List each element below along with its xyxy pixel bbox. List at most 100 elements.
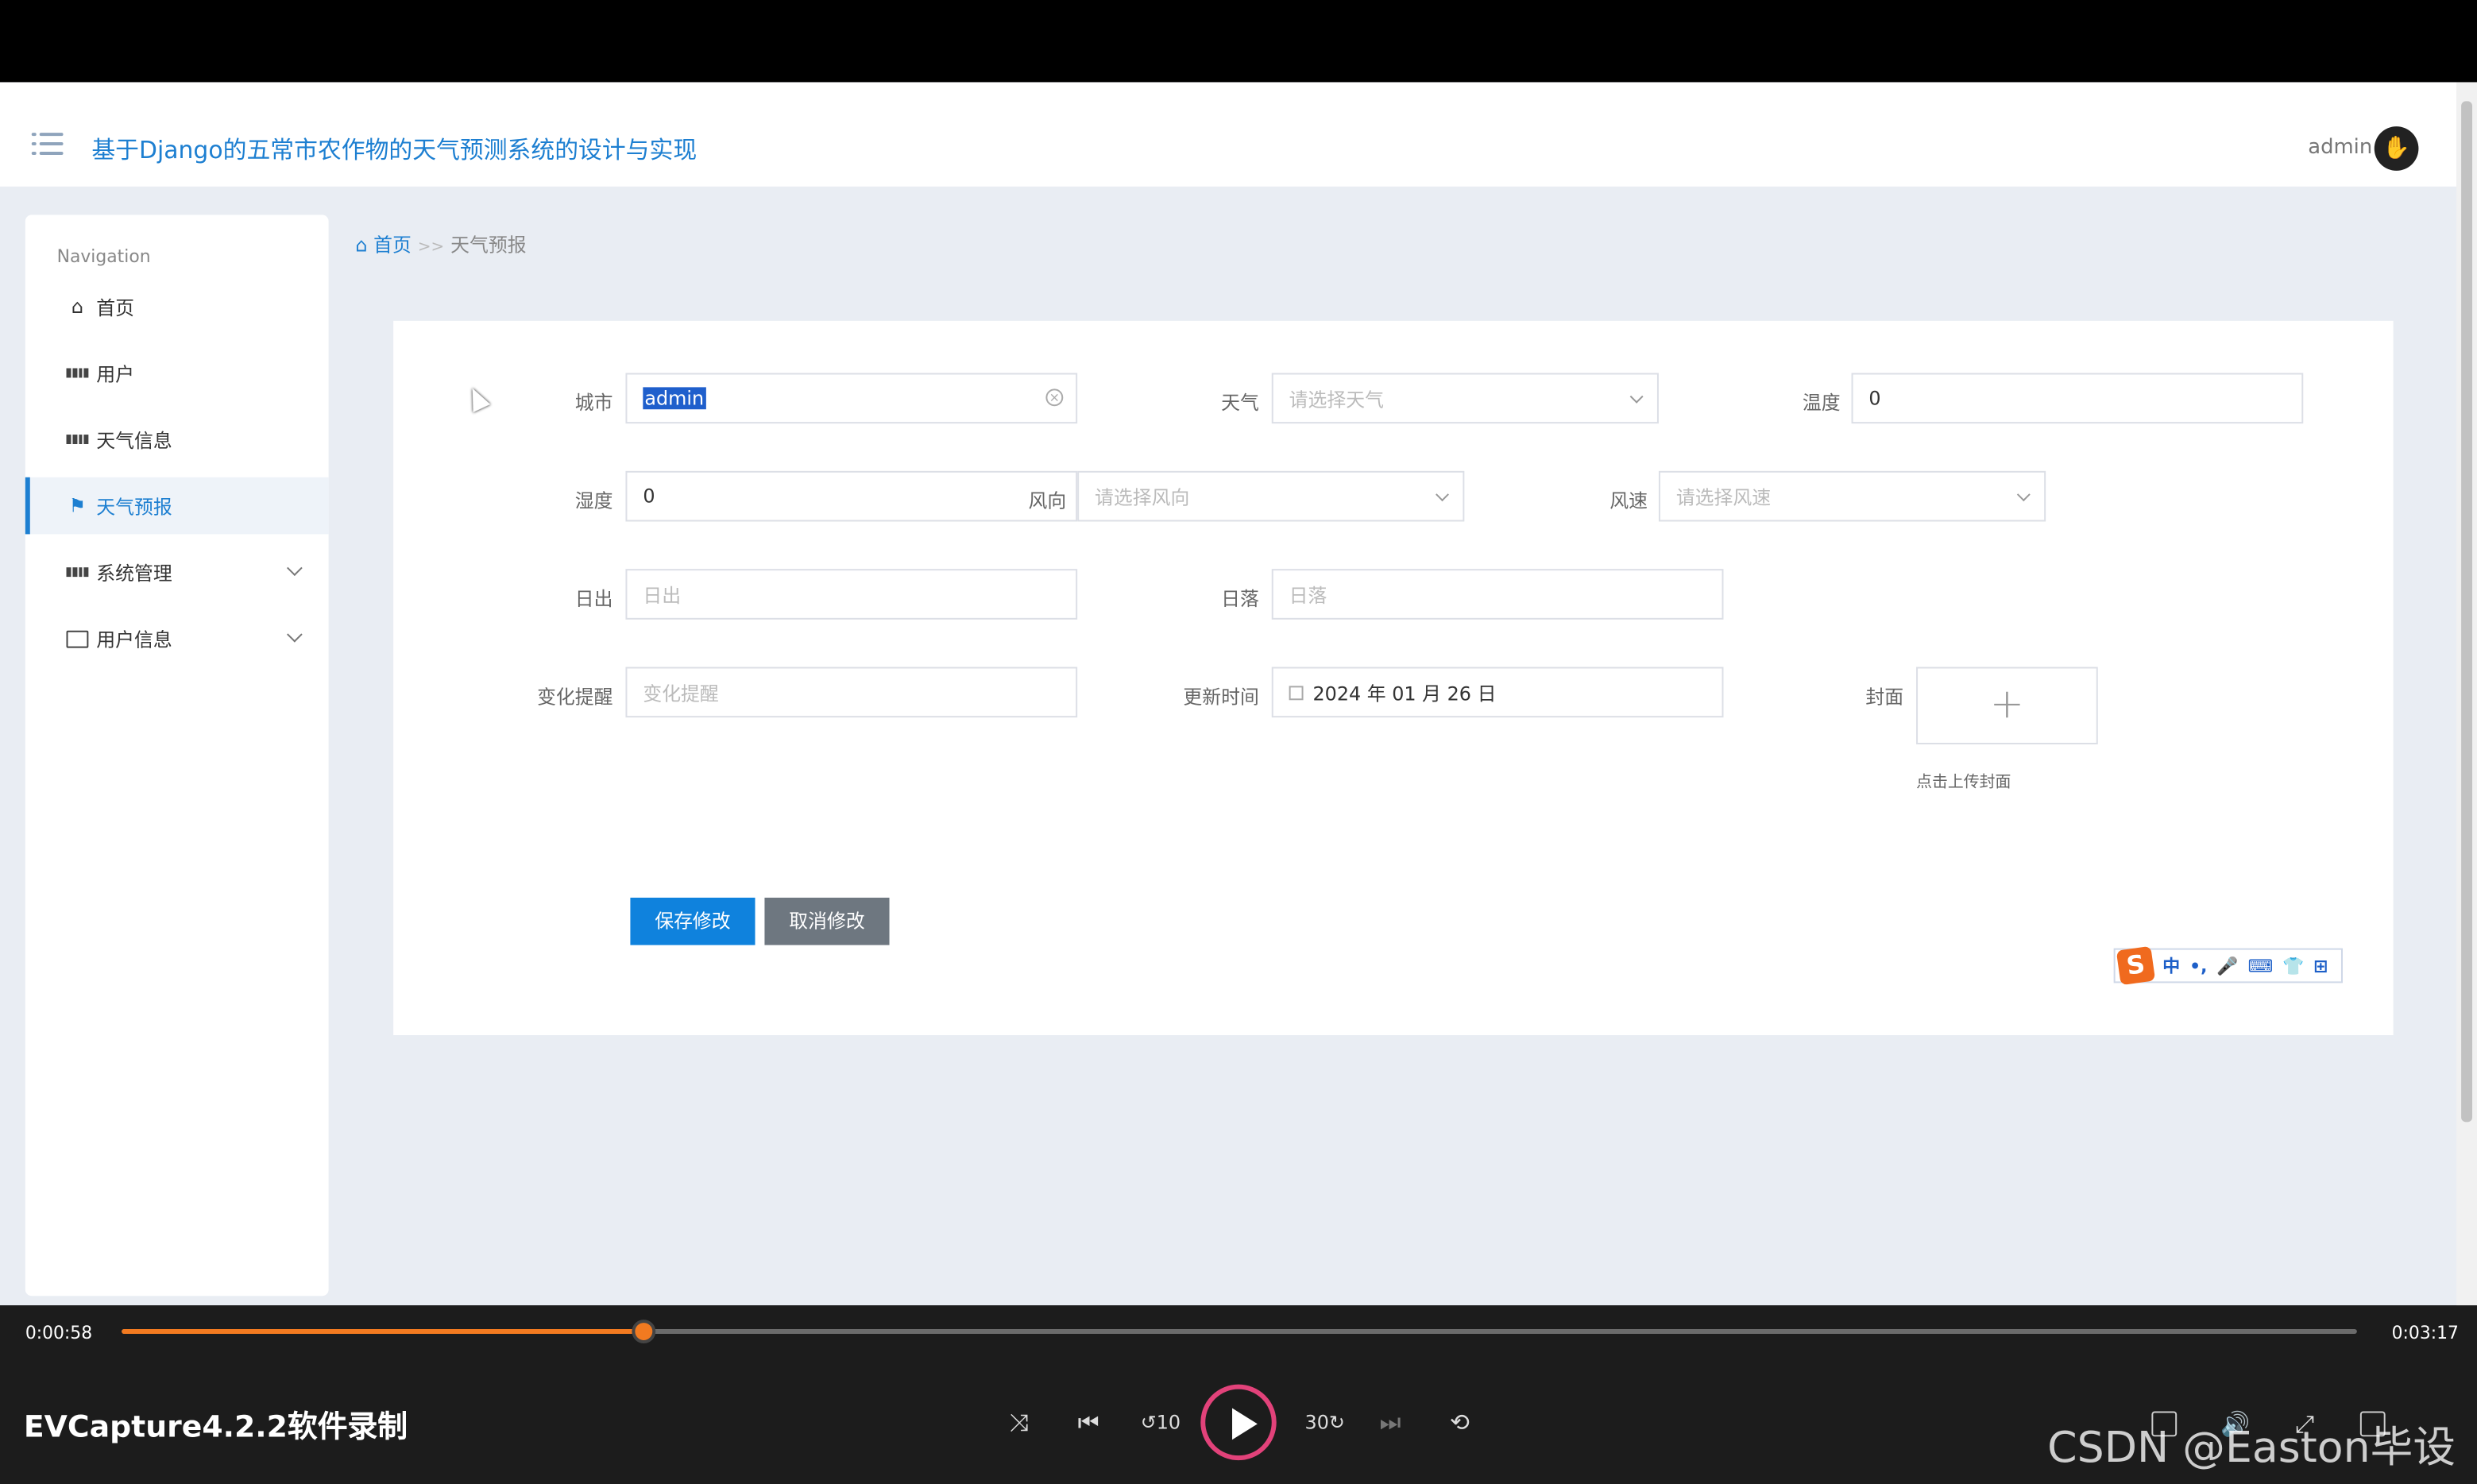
sidebar-item-system-management[interactable]: 系统管理 [25, 543, 329, 601]
toolbox-icon[interactable]: ⊞ [2313, 956, 2328, 976]
ime-toolbar[interactable]: S 中 •, 🎤 ⌨ 👕 ⊞ [2113, 945, 2343, 986]
change-alert-label: 变化提醒 [537, 686, 613, 709]
page-scrollbar[interactable] [2456, 82, 2477, 1306]
weather-select[interactable]: 请选择天气 [1271, 373, 1659, 424]
user-name[interactable]: admin [2308, 136, 2372, 160]
shuffle-icon[interactable]: ⤨ [1002, 1405, 1037, 1440]
weather-placeholder: 请选择天气 [1289, 388, 1384, 411]
sidebar-item-label: 首页 [96, 296, 135, 319]
microphone-icon[interactable]: 🎤 [2216, 956, 2238, 976]
sidebar: Navigation ⌂ 首页 用户 天气信息 ⚑ 天气预报 系统管理 用户信息 [25, 214, 329, 1297]
wind-speed-label: 风速 [1609, 489, 1648, 512]
humidity-label: 湿度 [574, 489, 613, 512]
wind-direction-select[interactable]: 请选择风向 [1077, 470, 1465, 522]
save-button[interactable]: 保存修改 [630, 897, 755, 945]
sidebar-item-users[interactable]: 用户 [25, 345, 329, 402]
play-button[interactable] [1200, 1384, 1277, 1461]
sogou-logo-icon: S [2116, 945, 2156, 986]
chevron-down-icon [1436, 488, 1449, 502]
sunset-label: 日落 [1221, 588, 1259, 610]
change-alert-placeholder: 变化提醒 [643, 682, 719, 705]
wind-speed-select[interactable]: 请选择风速 [1658, 470, 2046, 522]
home-icon: ⌂ [71, 296, 84, 318]
forecast-form: 城市 admin × 天气 请选择天气 温度 0 湿度 0 风向 请选择风向 风… [393, 320, 2394, 1036]
menu-toggle-icon[interactable] [31, 133, 64, 158]
sidebar-item-weather-info[interactable]: 天气信息 [25, 411, 329, 468]
video-player-controls: 0:00:58 0:03:17 EVCapture4.2.2软件录制 ⤨ ⏮ ↺… [0, 1305, 2477, 1484]
watermark: CSDN @Easton毕设 [2047, 1424, 2456, 1474]
sunset-placeholder: 日落 [1289, 584, 1327, 606]
recorder-label: EVCapture4.2.2软件录制 [23, 1409, 408, 1445]
cancel-button[interactable]: 取消修改 [764, 897, 890, 945]
sidebar-item-home[interactable]: ⌂ 首页 [25, 278, 329, 335]
cover-upload-note: 点击上传封面 [1916, 774, 2011, 792]
breadcrumb: ⌂ 首页 >> 天气预报 [355, 230, 526, 257]
previous-icon[interactable]: ⏮ [1071, 1405, 1106, 1440]
sidebar-item-weather-forecast[interactable]: ⚑ 天气预报 [25, 477, 329, 535]
progress-fill [122, 1329, 644, 1335]
sidebar-item-label: 用户信息 [96, 628, 172, 651]
total-time: 0:03:17 [2391, 1323, 2459, 1343]
temperature-value: 0 [1868, 387, 1881, 410]
update-time-value: 2024 年 01 月 26 日 [1312, 682, 1497, 705]
progress-track[interactable] [122, 1320, 2357, 1343]
ime-punctuation[interactable]: •, [2189, 956, 2207, 976]
flag-icon: ⚑ [68, 494, 87, 517]
city-label: 城市 [574, 392, 613, 415]
app-header: 基于Django的五常市农作物的天气预测系统的设计与实现 admin ✋ [0, 82, 2457, 187]
calendar-icon [1289, 685, 1304, 700]
sunset-input[interactable]: 日落 [1271, 569, 1724, 620]
rewind-10-icon[interactable]: ↺10 [1141, 1405, 1181, 1440]
skin-icon[interactable]: 👕 [2282, 956, 2304, 976]
weather-label: 天气 [1221, 392, 1259, 415]
change-alert-input[interactable]: 变化提醒 [625, 667, 1078, 718]
plus-icon: + [1989, 681, 2025, 729]
repeat-icon[interactable]: ⟲ [1443, 1405, 1478, 1440]
city-value: admin [643, 387, 706, 410]
breadcrumb-home[interactable]: ⌂ 首页 [355, 234, 411, 256]
humidity-value: 0 [643, 485, 655, 508]
sidebar-item-label: 系统管理 [96, 562, 172, 585]
current-time: 0:00:58 [25, 1323, 93, 1343]
cover-label: 封面 [1865, 686, 1904, 709]
sidebar-item-label: 天气预报 [96, 495, 172, 518]
nav-heading: Navigation [56, 246, 151, 268]
scrollbar-thumb[interactable] [2461, 101, 2473, 1123]
keyboard-icon[interactable]: ⌨ [2248, 956, 2274, 976]
temperature-input[interactable]: 0 [1851, 373, 2304, 424]
screen: 基于Django的五常市农作物的天气预测系统的设计与实现 admin ✋ Nav… [0, 0, 2477, 1484]
sidebar-item-label: 用户 [96, 362, 135, 385]
browser-viewport: 基于Django的五常市农作物的天气预测系统的设计与实现 admin ✋ Nav… [0, 82, 2477, 1306]
update-time-label: 更新时间 [1183, 686, 1259, 709]
grid-icon [66, 362, 89, 385]
grid-icon [66, 428, 89, 450]
card-icon [66, 629, 89, 647]
city-input[interactable]: admin × [625, 373, 1078, 424]
wind-direction-placeholder: 请选择风向 [1095, 485, 1190, 508]
avatar[interactable]: ✋ [2374, 126, 2419, 171]
cover-upload[interactable]: + [1916, 667, 2098, 744]
sunrise-placeholder: 日出 [643, 584, 682, 606]
forward-30-icon[interactable]: 30↻ [1305, 1405, 1345, 1440]
next-icon[interactable]: ⏭ [1373, 1405, 1408, 1440]
sunrise-label: 日出 [574, 588, 613, 610]
humidity-input[interactable]: 0 [625, 470, 1078, 522]
chevron-down-icon [287, 626, 303, 643]
ime-mode[interactable]: 中 [2162, 953, 2180, 979]
chevron-down-icon [1629, 389, 1644, 404]
wind-direction-label: 风向 [1028, 489, 1067, 512]
app-title: 基于Django的五常市农作物的天气预测系统的设计与实现 [91, 136, 698, 164]
sunrise-input[interactable]: 日出 [625, 569, 1078, 620]
update-time-picker[interactable]: 2024 年 01 月 26 日 [1271, 667, 1724, 718]
grid-icon [66, 561, 89, 583]
wind-speed-placeholder: 请选择风速 [1675, 485, 1772, 508]
temperature-label: 温度 [1802, 392, 1841, 415]
breadcrumb-separator: >> [417, 238, 445, 257]
chevron-down-icon [287, 560, 303, 577]
chevron-down-icon [2016, 488, 2031, 502]
breadcrumb-current: 天气预报 [450, 234, 527, 257]
clear-icon[interactable]: × [1045, 388, 1064, 407]
sidebar-item-label: 天气信息 [96, 429, 172, 451]
progress-knob[interactable] [632, 1320, 657, 1343]
sidebar-item-user-info[interactable]: 用户信息 [25, 610, 329, 667]
